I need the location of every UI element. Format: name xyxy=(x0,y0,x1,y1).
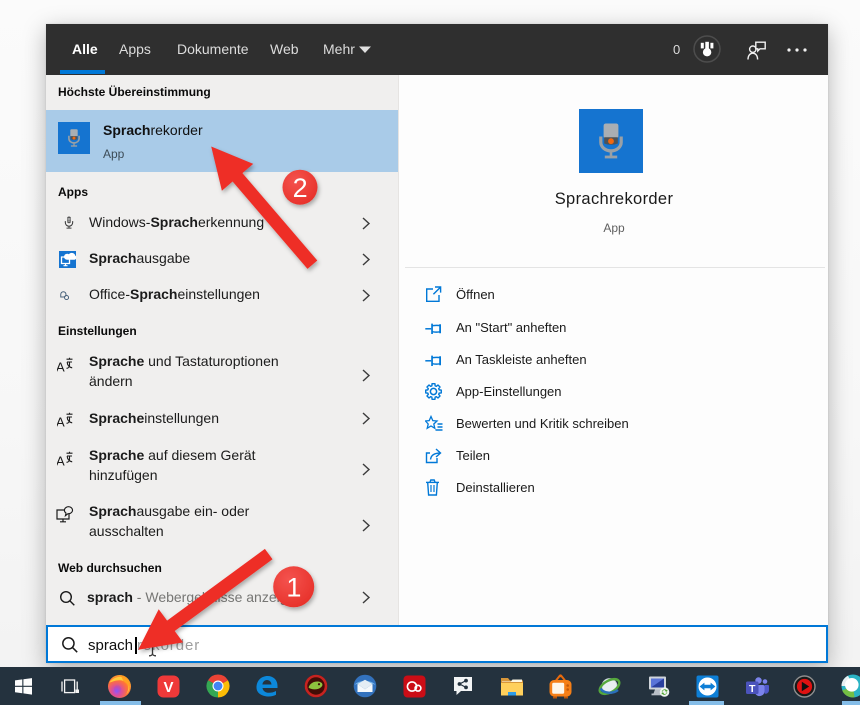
svg-text:T: T xyxy=(749,683,756,695)
svg-text:V: V xyxy=(163,679,173,696)
